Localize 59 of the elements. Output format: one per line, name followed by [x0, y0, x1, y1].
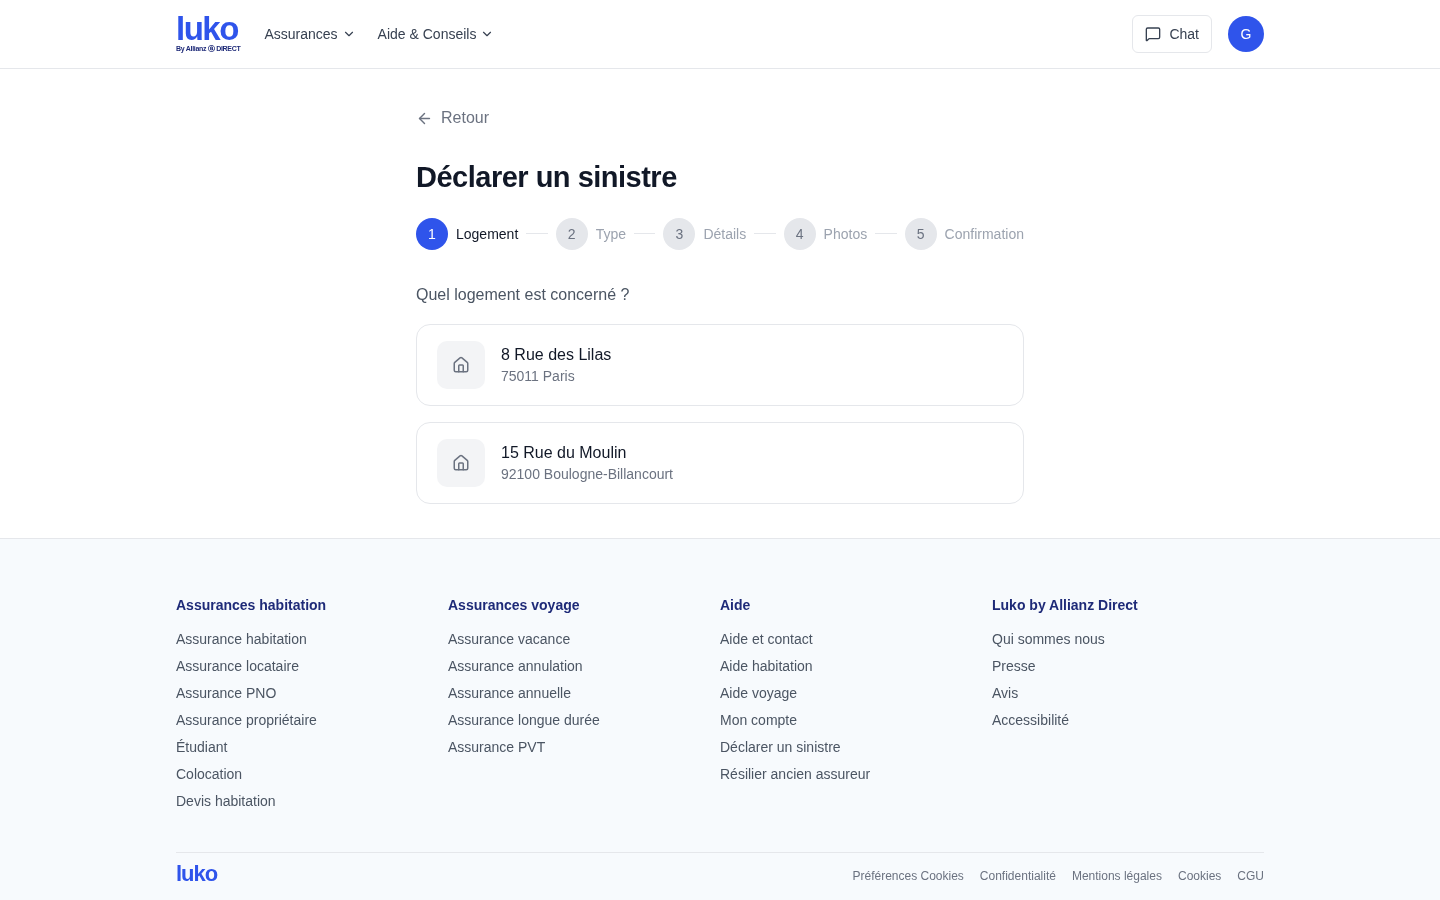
home-street: 8 Rue des Lilas [501, 345, 612, 364]
footer-link[interactable]: Aide et contact [720, 630, 992, 647]
step-number: 1 [416, 217, 448, 250]
page-title: Déclarer un sinistre [416, 160, 678, 194]
footer-link[interactable]: Assurance annuelle [448, 684, 720, 701]
footer-heading: Luko by Allianz Direct [992, 596, 1139, 613]
chat-icon [1145, 26, 1162, 42]
footer-link[interactable]: Devis habitation [176, 792, 448, 809]
footer-heading: Assurances habitation [176, 596, 328, 613]
footer-link[interactable]: Assurance PNO [176, 684, 448, 701]
footer-link[interactable]: Assurance propriétaire [176, 711, 448, 728]
footer-link[interactable]: Assurance annulation [448, 657, 720, 674]
footer-link[interactable]: Aide habitation [720, 657, 992, 674]
home-city: 75011 Paris [501, 367, 576, 384]
back-link[interactable]: Retour [416, 109, 490, 127]
step-number: 4 [783, 217, 816, 250]
step-number: 5 [904, 217, 937, 250]
step-number: 3 [663, 217, 696, 250]
footer-link[interactable]: Déclarer un sinistre [720, 738, 992, 755]
step-label: Logement [456, 225, 519, 242]
user-avatar[interactable]: G [1228, 16, 1264, 52]
question-text: Quel logement est concerné ? [416, 285, 631, 304]
footer-link[interactable]: Aide voyage [720, 684, 992, 701]
legal-link[interactable]: Cookies [1177, 868, 1222, 883]
footer-link[interactable]: Assurance habitation [176, 630, 448, 647]
step-label: Confirmation [944, 225, 1024, 242]
footer-link[interactable]: Accessibilité [992, 711, 1264, 728]
chat-button[interactable]: Chat [1132, 15, 1212, 53]
footer-link[interactable]: Assurance longue durée [448, 711, 720, 728]
step-label: Photos [823, 225, 868, 242]
house-icon [437, 438, 485, 487]
home-street: 15 Rue du Moulin [501, 443, 628, 462]
footer-link[interactable]: Mon compte [720, 711, 992, 728]
footer-heading: Assurances voyage [448, 596, 581, 613]
footer-link[interactable]: Assurance locataire [176, 657, 448, 674]
legal-link[interactable]: Confidentialité [979, 868, 1056, 883]
footer-link[interactable]: Assurance PVT [448, 738, 720, 755]
footer-link[interactable]: Assurance vacance [448, 630, 720, 647]
nav-menu[interactable]: Assurances [264, 26, 356, 42]
step-label: Détails [703, 225, 747, 242]
home-option-card[interactable]: 15 Rue du Moulin 92100 Boulogne-Billancourt [416, 421, 1024, 504]
step-label: Type [595, 225, 627, 242]
footer-heading: Aide [720, 596, 752, 613]
logo[interactable]: luko [176, 14, 241, 44]
footer-link[interactable]: Avis [992, 684, 1264, 701]
legal-link[interactable]: Mentions légales [1071, 868, 1162, 883]
step-number: 2 [555, 217, 588, 250]
footer-link[interactable]: Presse [992, 657, 1264, 674]
footer-link[interactable]: Résilier ancien assureur [720, 765, 992, 782]
footer-link[interactable]: Qui sommes nous [992, 630, 1264, 647]
legal-link[interactable]: Préférences Cookies [852, 868, 964, 883]
house-icon [437, 340, 485, 389]
footer-logo[interactable]: luko [176, 862, 218, 885]
nav-menu[interactable]: Aide & Conseils [377, 26, 495, 42]
legal-link[interactable]: CGU [1237, 868, 1264, 883]
home-option-card[interactable]: 8 Rue des Lilas 75011 Paris [416, 323, 1024, 406]
footer-link[interactable]: Étudiant [176, 738, 448, 755]
footer-link[interactable]: Colocation [176, 765, 448, 782]
home-city: 92100 Boulogne-Billancourt [501, 465, 673, 482]
